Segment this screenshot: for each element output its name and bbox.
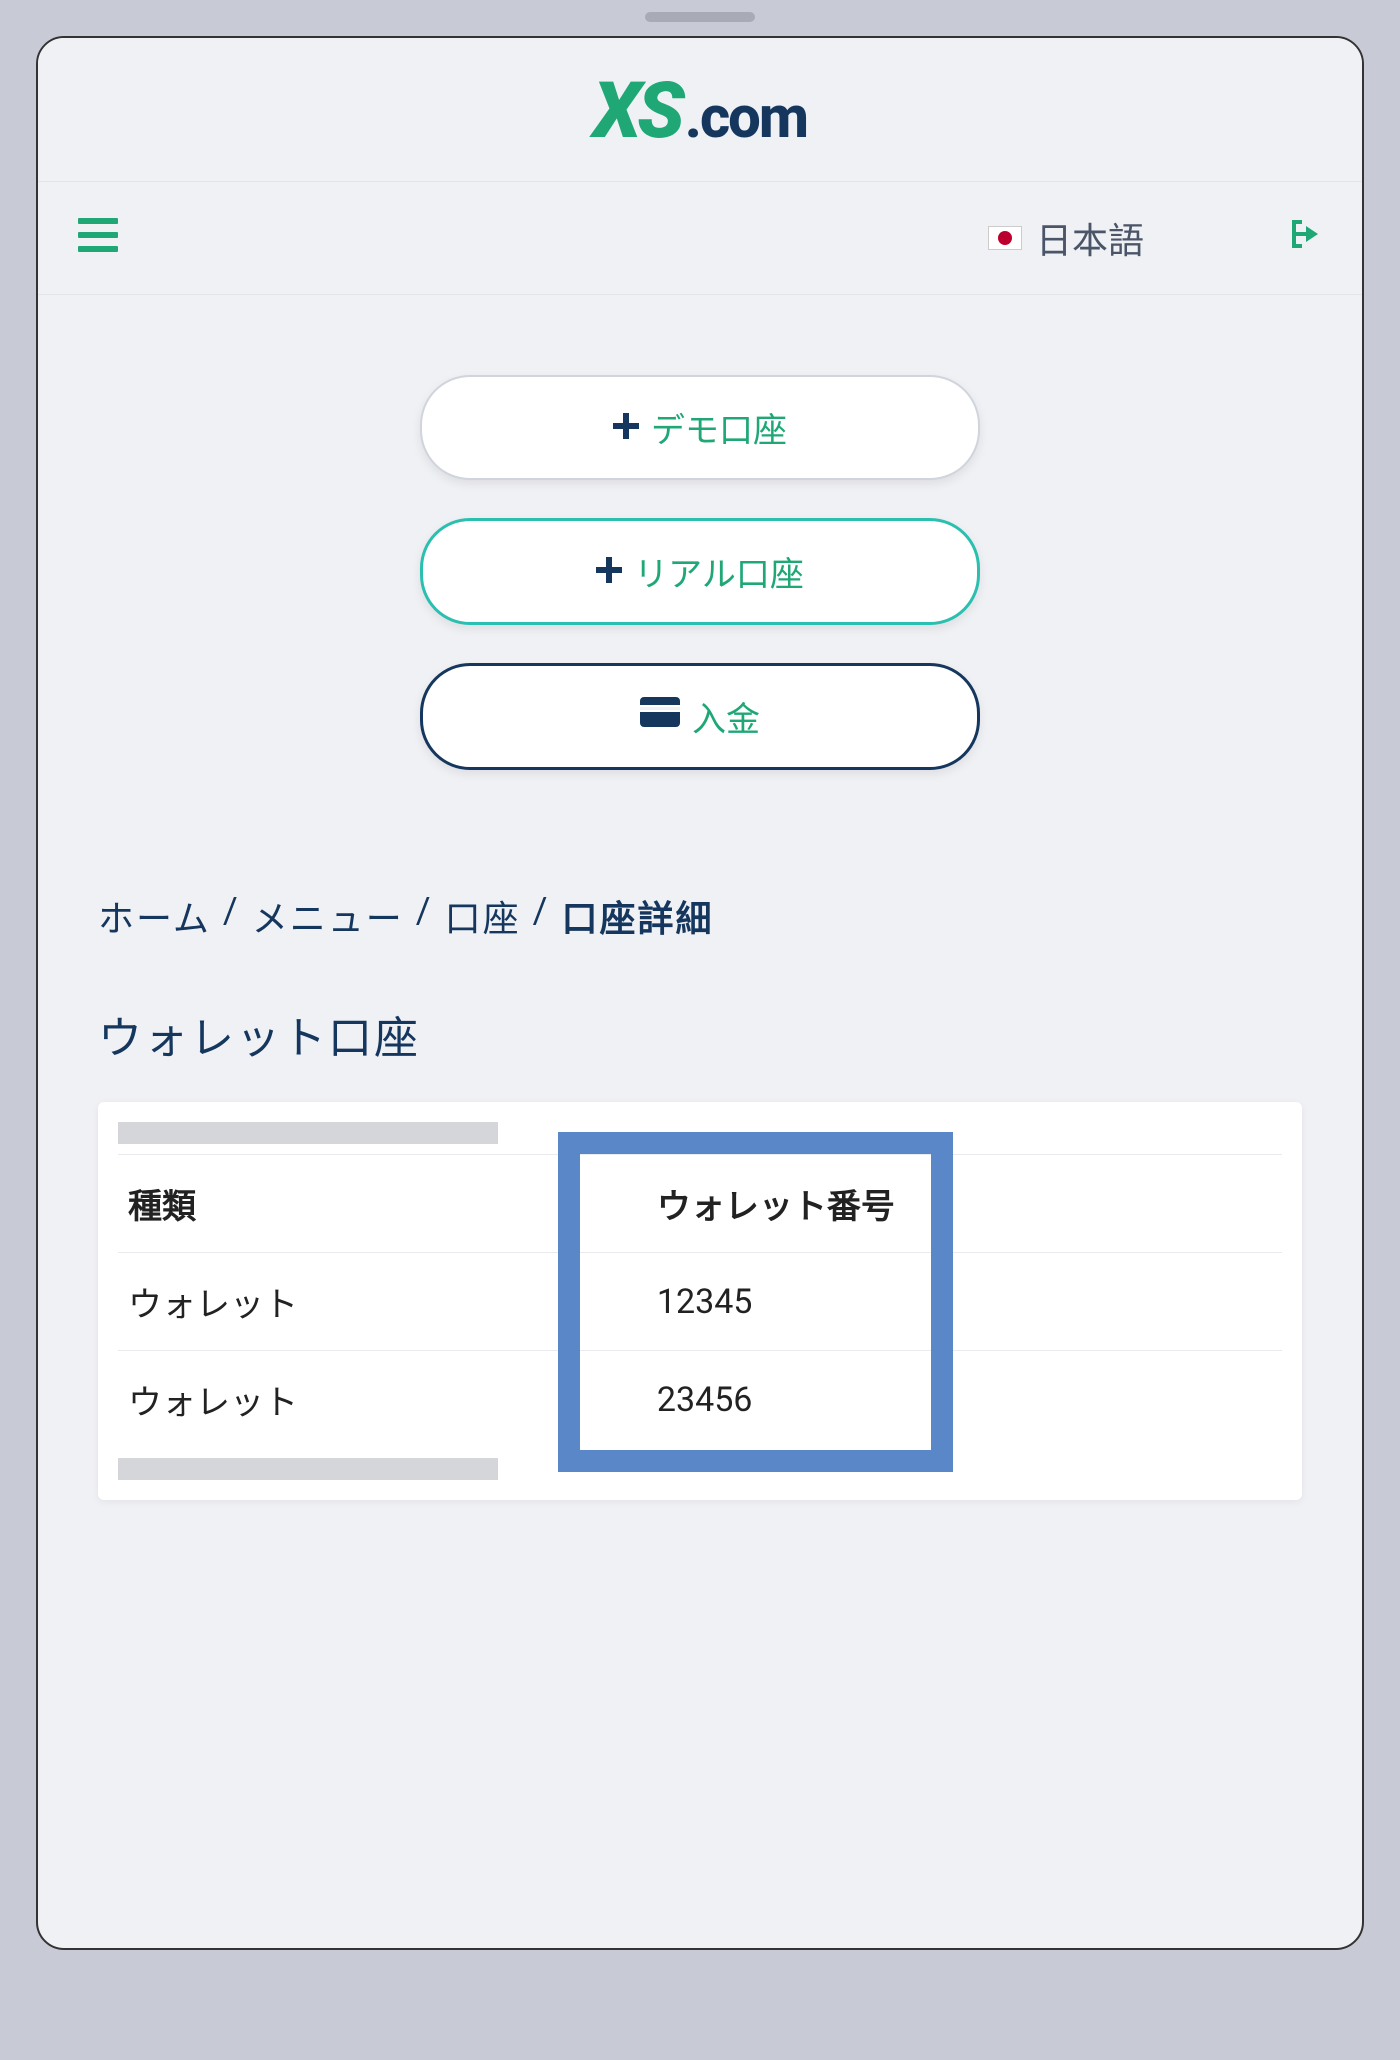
demo-account-label: デモ口座 (651, 403, 787, 452)
deposit-button[interactable]: 入金 (420, 663, 980, 770)
menu-icon[interactable] (78, 215, 118, 262)
redacted-bar (118, 1458, 498, 1480)
table-header-number: ウォレット番号 (607, 1155, 1282, 1253)
wallet-card: 種類 ウォレット番号 ウォレット 12345 ウォレット 23456 (98, 1102, 1302, 1500)
credit-card-icon (640, 696, 680, 737)
plus-icon (596, 552, 622, 592)
breadcrumb: ホーム / メニュー / 口座 / 口座詳細 (98, 890, 1302, 942)
device-notch (645, 12, 755, 22)
action-button-group: デモ口座 リアル口座 入金 (98, 375, 1302, 770)
table-cell-type: ウォレット (118, 1253, 607, 1351)
demo-account-button[interactable]: デモ口座 (420, 375, 980, 480)
real-account-button[interactable]: リアル口座 (420, 518, 980, 625)
wallet-table: 種類 ウォレット番号 ウォレット 12345 ウォレット 23456 (118, 1154, 1282, 1448)
app-screen: XS .com 日本語 デモ口座 (36, 36, 1364, 1950)
breadcrumb-menu[interactable]: メニュー (252, 890, 404, 942)
deposit-label: 入金 (692, 692, 760, 741)
logo-suffix-text: .com (685, 89, 807, 147)
logout-icon[interactable] (1284, 216, 1322, 261)
language-label: 日本語 (1036, 212, 1144, 264)
topbar: 日本語 (38, 182, 1362, 295)
main-content: デモ口座 リアル口座 入金 ホーム / メニュー / 口座 / 口座詳細 (38, 295, 1362, 1540)
table-row: ウォレット 12345 (118, 1253, 1282, 1351)
japan-flag-icon (988, 226, 1022, 250)
section-title: ウォレット口座 (98, 1002, 1302, 1066)
table-header-type: 種類 (118, 1155, 607, 1253)
breadcrumb-separator: / (416, 890, 433, 942)
plus-icon (613, 408, 639, 448)
logo-brand-text: XS (593, 73, 681, 151)
table-cell-number: 12345 (607, 1253, 1282, 1351)
breadcrumb-separator: / (533, 890, 550, 942)
language-selector[interactable]: 日本語 (988, 212, 1144, 264)
table-cell-type: ウォレット (118, 1351, 607, 1449)
topbar-right: 日本語 (988, 212, 1322, 264)
breadcrumb-account[interactable]: 口座 (445, 890, 521, 942)
real-account-label: リアル口座 (634, 547, 804, 596)
breadcrumb-current: 口座詳細 (562, 890, 714, 942)
brand-logo[interactable]: XS .com (593, 73, 807, 151)
logo-bar: XS .com (38, 38, 1362, 182)
redacted-bar (118, 1122, 498, 1144)
breadcrumb-home[interactable]: ホーム (98, 890, 211, 942)
table-row: ウォレット 23456 (118, 1351, 1282, 1449)
breadcrumb-separator: / (223, 890, 240, 942)
device-home-button (670, 1984, 730, 2044)
table-cell-number: 23456 (607, 1351, 1282, 1449)
